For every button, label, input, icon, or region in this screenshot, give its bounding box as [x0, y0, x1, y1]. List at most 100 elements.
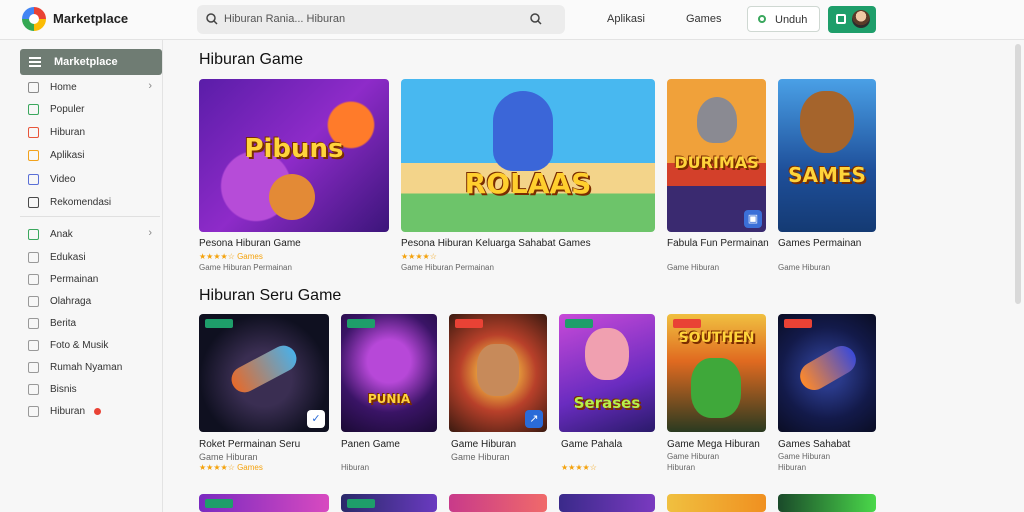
chevron-right-icon[interactable]: › [148, 80, 152, 92]
sidebar-item-13[interactable]: Bisnis [28, 382, 158, 398]
adventurer-character-image [477, 344, 519, 396]
card-caption[interactable]: Fabula Fun Permainan [667, 238, 769, 249]
card-tag [784, 319, 812, 328]
app-card-pibuns[interactable]: Pibuns [199, 79, 389, 232]
sidebar-item-4[interactable]: Video [28, 172, 158, 188]
sidebar-item-5[interactable]: Rekomendasi [28, 195, 158, 211]
app-card-serases[interactable]: Serases [559, 314, 655, 432]
sidebar-item-0[interactable]: Home › [28, 80, 158, 96]
app-card-row3-3[interactable] [449, 494, 547, 512]
card-caption[interactable]: Game Pahala [561, 439, 622, 450]
sidebar-item-11[interactable]: Foto & Musik [28, 338, 158, 354]
sidebar: Marketplace Home › Populer Hiburan Aplikasi V… [0, 40, 163, 512]
card-subtitle: Hiburan [778, 463, 807, 472]
card-art-title: PUNIA [367, 392, 411, 406]
card-caption[interactable]: Games Permainan [778, 238, 861, 249]
app-card-southen[interactable]: SOUTHEN [667, 314, 766, 432]
sidebar-item-14[interactable]: Hiburan [28, 404, 158, 420]
section-title-hiburan-game: Hiburan Game [199, 51, 304, 68]
sidebar-item-label: Rumah Nyaman [50, 362, 123, 373]
marketplace-logo-icon[interactable] [22, 7, 46, 31]
card-rating: ★★★★☆ Games [199, 252, 263, 261]
app-card-spaceship[interactable] [778, 314, 876, 432]
card-art-title: Pibuns [244, 134, 344, 164]
sidebar-item-10[interactable]: Berita [28, 316, 158, 332]
download-corner-icon[interactable]: ✓ [307, 410, 325, 428]
card-rating: ★★★★☆ [561, 463, 597, 472]
library-icon [836, 14, 846, 24]
card-subtitle: Game Hiburan [451, 452, 510, 462]
film-icon [28, 127, 39, 138]
cat-character-image [697, 97, 737, 143]
app-card-row3-2[interactable] [341, 494, 437, 512]
app-card-adventurer[interactable]: ↗ [449, 314, 547, 432]
sidebar-item-8[interactable]: Permainan [28, 272, 158, 288]
app-card-rocket[interactable]: ✓ [199, 314, 329, 432]
badge-icon: ▣ [744, 210, 762, 228]
card-caption[interactable]: Pesona Hiburan Keluarga Sahabat Games [401, 238, 591, 249]
sidebar-item-label: Bisnis [50, 384, 77, 395]
brand-name[interactable]: Marketplace [53, 11, 128, 26]
app-card-sames[interactable]: SAMES [778, 79, 876, 232]
fox-character-image [269, 174, 315, 220]
gamepad-icon [28, 274, 39, 285]
list-icon [28, 197, 39, 208]
app-card-punia[interactable]: PUNIA [341, 314, 437, 432]
sidebar-item-marketplace[interactable]: Marketplace [20, 49, 162, 75]
card-tag [565, 319, 593, 328]
card-subtitle: Game Hiburan Permainan [401, 263, 494, 272]
card-caption[interactable]: Game Hiburan [451, 439, 516, 450]
nav-link-games[interactable]: Games [686, 13, 721, 25]
card-art-title: Serases [573, 394, 641, 412]
app-card-rolaas[interactable]: ROLAAS [401, 79, 655, 232]
sidebar-item-1[interactable]: Populer [28, 102, 158, 118]
sidebar-item-label: Permainan [50, 274, 99, 285]
sidebar-item-12[interactable]: Rumah Nyaman [28, 360, 158, 376]
card-rating: ★★★★☆ Games [199, 463, 263, 472]
sidebar-item-label: Hiburan [50, 127, 86, 138]
app-card-row3-6[interactable] [778, 494, 876, 512]
card-caption[interactable]: Panen Game [341, 439, 400, 450]
avatar [852, 10, 870, 28]
apps-icon [28, 150, 39, 161]
card-subtitle: Game Hiburan [778, 452, 831, 461]
sidebar-item-7[interactable]: Edukasi [28, 250, 158, 266]
download-button[interactable]: Unduh [747, 6, 820, 32]
bear-character-image [800, 91, 854, 153]
card-caption[interactable]: Games Sahabat [778, 439, 850, 450]
card-caption[interactable]: Pesona Hiburan Game [199, 238, 301, 249]
sidebar-item-label: Aplikasi [50, 150, 85, 161]
sidebar-item-label: Home [50, 82, 77, 93]
sidebar-item-9[interactable]: Olahraga [28, 294, 158, 310]
nav-link-apps[interactable]: Aplikasi [607, 13, 645, 25]
sidebar-item-2[interactable]: Hiburan [28, 125, 158, 141]
app-card-durimas[interactable]: DURIMAS ▣ [667, 79, 766, 232]
card-art-title: ROLAAS [464, 167, 592, 200]
card-caption[interactable]: Roket Permainan Seru [199, 439, 300, 450]
briefcase-icon [28, 384, 39, 395]
section-title-hiburan-seru-game: Hiburan Seru Game [199, 287, 342, 304]
card-subtitle: Game Hiburan [667, 452, 720, 461]
sidebar-item-label: Olahraga [50, 296, 92, 307]
download-icon [758, 15, 766, 23]
search-submit-icon[interactable] [529, 12, 543, 26]
account-button[interactable] [828, 6, 876, 33]
sidebar-item-3[interactable]: Aplikasi [28, 148, 158, 164]
app-card-row3-1[interactable] [199, 494, 329, 512]
sidebar-item-6[interactable]: Anak › [28, 227, 158, 243]
ticket-icon [28, 406, 39, 417]
arrow-corner-icon[interactable]: ↗ [525, 410, 543, 428]
app-card-row3-4[interactable] [559, 494, 655, 512]
scrollbar[interactable] [1015, 44, 1021, 304]
chevron-right-icon[interactable]: › [148, 227, 152, 239]
card-caption[interactable]: Game Mega Hiburan [667, 439, 760, 450]
menu-icon [29, 57, 41, 59]
sidebar-divider [20, 216, 160, 217]
search-input[interactable]: Hiburan Rania... Hiburan [197, 5, 565, 34]
sidebar-item-label: Anak [50, 229, 73, 240]
house-icon [28, 362, 39, 373]
app-card-row3-5[interactable] [667, 494, 766, 512]
card-subtitle: Game Hiburan [667, 263, 720, 272]
sidebar-item-label: Populer [50, 104, 85, 115]
card-rating: ★★★★☆ [401, 252, 437, 261]
